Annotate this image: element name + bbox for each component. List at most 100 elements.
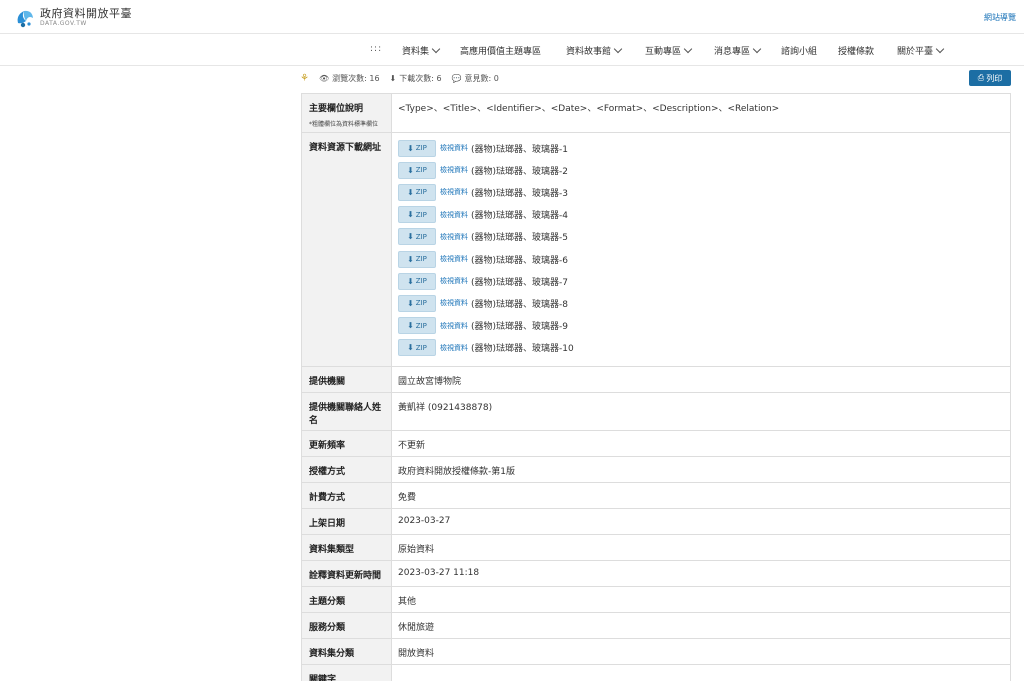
provider-link[interactable]: 國立故宮博物院 (392, 367, 1011, 392)
preview-data-link[interactable]: 檢視資料 (440, 254, 468, 264)
nav-license[interactable]: 授權條款 (838, 44, 874, 57)
view-count-text: 瀏覽次數: 16 (332, 73, 380, 83)
download-icon: ⬇ (407, 232, 414, 242)
table-row: 主要欄位說明 *粗體欄位為資料標準欄位 <Type>、<Title>、<Iden… (301, 94, 1011, 133)
download-item: ⬇ ZIP 檢視資料 (器物)琺瑯器、玻璃器-1 (398, 137, 1004, 159)
zip-download-button[interactable]: ⬇ ZIP (398, 228, 436, 246)
category-label: 資料集分類 (301, 639, 392, 664)
file-name: (器物)琺瑯器、玻璃器-5 (471, 233, 568, 244)
comment-count-text: 意見數: 0 (464, 73, 499, 83)
zip-download-button[interactable]: ⬇ ZIP (398, 139, 436, 157)
menu-dots-icon[interactable]: ::: (370, 44, 382, 54)
field-label: 主要欄位說明 *粗體欄位為資料標準欄位 (301, 94, 392, 132)
nav-about-label: 關於平臺 (897, 47, 934, 57)
zip-download-button[interactable]: ⬇ ZIP (398, 317, 436, 335)
preview-data-link[interactable]: 檢視資料 (440, 343, 468, 353)
listed-label: 上架日期 (301, 509, 392, 534)
zip-download-button[interactable]: ⬇ ZIP (398, 183, 436, 201)
service-link[interactable]: 休閒旅遊 (392, 613, 1011, 638)
nav-datasets[interactable]: 資料集 (402, 44, 441, 57)
main-field-value: <Type>、<Title>、<Identifier>、<Date>、<Form… (392, 94, 1011, 132)
download-icon: ⬇ (407, 210, 414, 220)
contact-value: 黃凱祥 (0921438878) (392, 393, 1011, 430)
nav-data-stories[interactable]: 資料故事館 (566, 44, 623, 57)
preview-data-link[interactable]: 檢視資料 (440, 232, 468, 242)
printer-icon: ⎙ (977, 73, 985, 82)
download-item: ⬇ ZIP 檢視資料 (器物)琺瑯器、玻璃器-9 (398, 315, 1004, 337)
zip-label: ZIP (415, 166, 427, 175)
sitemap-link[interactable]: 網站導覽 (984, 12, 1016, 23)
contact-label: 提供機關聯絡人姓名 (301, 393, 392, 430)
preview-data-link[interactable]: 檢視資料 (440, 298, 468, 308)
table-row: 服務分類 休閒旅遊 (301, 613, 1011, 639)
download-list: ⬇ ZIP 檢視資料 (器物)琺瑯器、玻璃器-1 ⬇ ZIP 檢視資料 (器物)琺瑯器、玻璃器… (392, 133, 1011, 366)
file-name: (器物)琺瑯器、玻璃器-8 (471, 299, 568, 310)
print-label: 列印 (986, 73, 1003, 83)
site-logo[interactable]: 政府資料開放平臺 DATA.GOV.TW (14, 7, 132, 29)
preview-data-link[interactable]: 檢視資料 (440, 276, 468, 286)
table-row: 主題分類 其他 (301, 587, 1011, 613)
comment-icon: 💬 (451, 73, 462, 83)
zip-download-button[interactable]: ⬇ ZIP (398, 272, 436, 290)
top-bar: 政府資料開放平臺 DATA.GOV.TW 網站導覽 (0, 0, 1024, 34)
table-row: 提供機關聯絡人姓名 黃凱祥 (0921438878) (301, 393, 1011, 431)
preview-data-link[interactable]: 檢視資料 (440, 321, 468, 331)
nav-data-stories-label: 資料故事館 (566, 47, 612, 57)
preview-data-link[interactable]: 檢視資料 (440, 165, 468, 175)
download-item: ⬇ ZIP 檢視資料 (器物)琺瑯器、玻璃器-2 (398, 159, 1004, 181)
table-row: 資料資源下載網址 ⬇ ZIP 檢視資料 (器物)琺瑯器、玻璃器-1 ⬇ ZIP 檢視資料 (器… (301, 133, 1011, 367)
zip-download-button[interactable]: ⬇ ZIP (398, 161, 436, 179)
download-item: ⬇ ZIP 檢視資料 (器物)琺瑯器、玻璃器-7 (398, 270, 1004, 292)
download-icon: ⬇ (407, 276, 414, 286)
zip-download-button[interactable]: ⬇ ZIP (398, 294, 436, 312)
comment-count: 💬 意見數: 0 (452, 73, 499, 84)
download-icon: ⬇ (407, 343, 414, 353)
frequency-value: 不更新 (392, 431, 1011, 456)
download-icon: ⬇ (407, 143, 414, 153)
preview-data-link[interactable]: 檢視資料 (440, 143, 468, 153)
nav-interactive[interactable]: 互動專區 (645, 44, 693, 57)
nav-datasets-label: 資料集 (402, 47, 430, 57)
file-name: (器物)琺瑯器、玻璃器-3 (471, 188, 568, 199)
download-item: ⬇ ZIP 檢視資料 (器物)琺瑯器、玻璃器-10 (398, 337, 1004, 359)
award-icon: ⚘ (300, 72, 309, 84)
keywords-value (392, 665, 1011, 681)
view-count: 👁 瀏覽次數: 16 (319, 73, 380, 84)
main-nav: ::: 資料集 高應用價值主題專區 資料故事館 互動專區 消息專區 諮詢小組 授… (0, 34, 1024, 66)
file-name: (器物)琺瑯器、玻璃器-4 (471, 211, 568, 222)
zip-download-button[interactable]: ⬇ ZIP (398, 339, 436, 357)
listed-value: 2023-03-27 (392, 509, 1011, 534)
zip-label: ZIP (415, 188, 427, 197)
zip-download-button[interactable]: ⬇ ZIP (398, 250, 436, 268)
download-item: ⬇ ZIP 檢視資料 (器物)琺瑯器、玻璃器-4 (398, 204, 1004, 226)
preview-data-link[interactable]: 檢視資料 (440, 210, 468, 220)
file-name: (器物)琺瑯器、玻璃器-1 (471, 144, 568, 155)
chevron-down-icon (431, 44, 441, 54)
zip-label: ZIP (415, 343, 427, 352)
print-button[interactable]: ⎙ 列印 (969, 70, 1011, 86)
main-field-label: 主要欄位說明 (309, 104, 364, 114)
nav-advisory[interactable]: 諮詢小組 (781, 44, 817, 57)
download-icon: ⬇ (389, 73, 397, 83)
table-row: 授權方式 政府資料開放授權條款-第1版 (301, 457, 1011, 483)
zip-label: ZIP (415, 299, 427, 308)
download-item: ⬇ ZIP 檢視資料 (器物)琺瑯器、玻璃器-8 (398, 292, 1004, 314)
file-name: (器物)琺瑯器、玻璃器-9 (471, 322, 568, 333)
table-row: 計費方式 免費 (301, 483, 1011, 509)
download-icon: ⬇ (407, 321, 414, 331)
logo-subtitle: DATA.GOV.TW (40, 20, 87, 27)
zip-download-button[interactable]: ⬇ ZIP (398, 206, 436, 224)
fee-value: 免費 (392, 483, 1011, 508)
nav-license-label: 授權條款 (838, 47, 875, 57)
chevron-down-icon (752, 44, 762, 54)
nav-about[interactable]: 關於平臺 (897, 44, 945, 57)
download-label: 資料資源下載網址 (301, 133, 392, 366)
nav-high-value[interactable]: 高應用價值主題專區 (460, 44, 541, 57)
nav-news[interactable]: 消息專區 (714, 44, 762, 57)
zip-label: ZIP (415, 255, 427, 264)
download-icon: ⬇ (407, 187, 414, 197)
file-name: (器物)琺瑯器、玻璃器-10 (471, 344, 574, 355)
zip-label: ZIP (415, 321, 427, 330)
preview-data-link[interactable]: 檢視資料 (440, 187, 468, 197)
topic-value: 其他 (392, 587, 1011, 612)
